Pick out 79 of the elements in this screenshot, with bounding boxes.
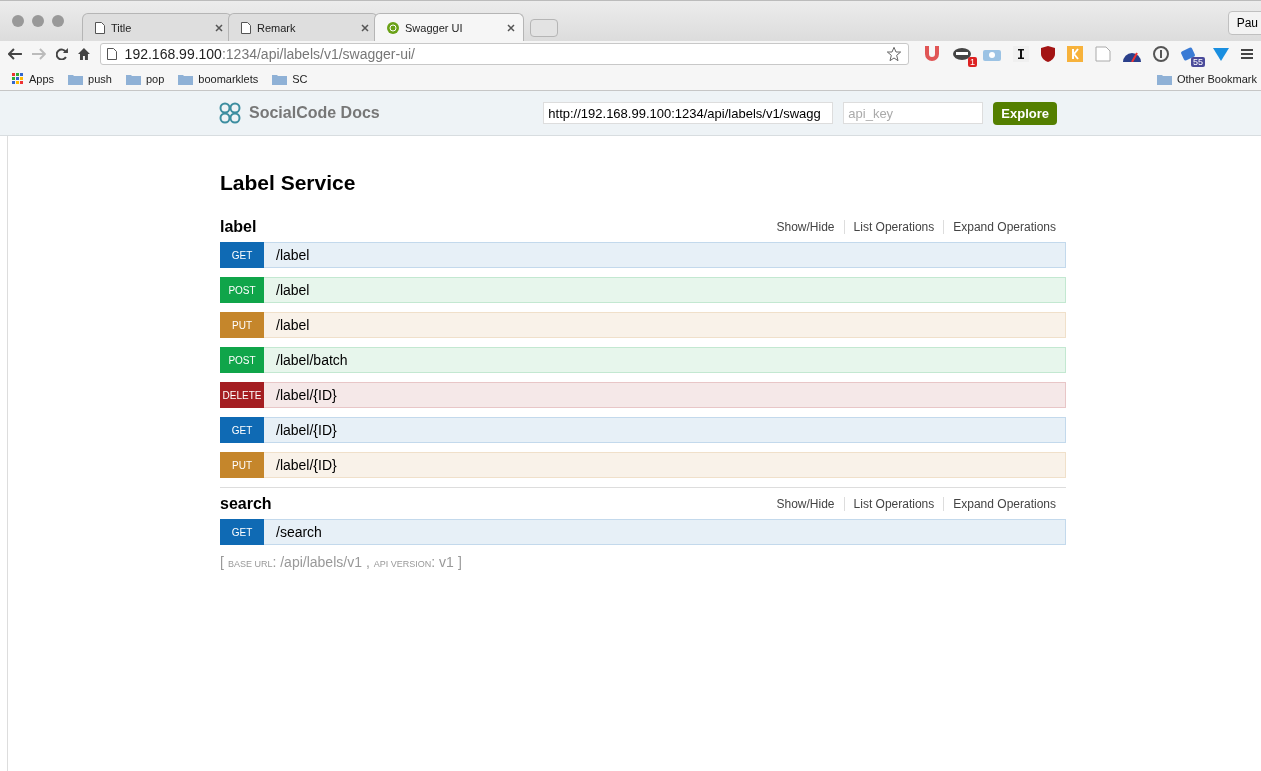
- operation-row[interactable]: PUT /label/{ID}: [220, 452, 1066, 478]
- bookmark-link[interactable]: Apps: [12, 72, 55, 85]
- reload-icon[interactable]: [55, 48, 68, 60]
- http-method-label: GET: [220, 242, 264, 268]
- notification-badge: 1: [968, 57, 977, 67]
- api-key-field[interactable]: api_key: [843, 102, 984, 124]
- tab-title: Swagger UI: [405, 21, 464, 34]
- bookmark-link[interactable]: push: [68, 72, 112, 85]
- tab-title: Title: [111, 21, 133, 34]
- bookmark-link[interactable]: pop: [125, 72, 165, 85]
- resource-action-link[interactable]: Expand Operations: [943, 220, 1066, 234]
- http-method-label: PUT: [220, 452, 264, 478]
- operation-path: /label/{ID}: [276, 422, 337, 438]
- bookmark-link[interactable]: SC: [272, 72, 308, 85]
- api-info: [ BASE URL: /api/labels/v1 , API VERSION: v1 ]: [220, 554, 463, 570]
- brand-name: SocialCode Docs: [249, 104, 381, 122]
- folder-icon: [68, 72, 84, 85]
- http-method-label: PUT: [220, 312, 264, 338]
- operation-path: /label: [276, 247, 310, 263]
- operation-row[interactable]: POST /label: [220, 277, 1066, 303]
- page-title: Label Service: [220, 171, 357, 195]
- tabs-icon[interactable]: [1181, 47, 1197, 61]
- folder-icon: [272, 72, 288, 85]
- operation-path: /label/{ID}: [276, 457, 337, 473]
- home-icon[interactable]: [77, 48, 90, 60]
- operation-path: /search: [276, 524, 322, 540]
- swagger-icon: [387, 21, 399, 34]
- http-method-label: POST: [220, 347, 264, 373]
- resource-action-link[interactable]: Expand Operations: [943, 497, 1066, 511]
- operation-path: /label: [276, 282, 310, 298]
- url-text: 192.168.99.100:1234/api/labels/v1/swagger-ui/: [124, 46, 416, 62]
- http-method-label: POST: [220, 277, 264, 303]
- operation-row[interactable]: GET /label: [220, 242, 1066, 268]
- resource-name[interactable]: search: [220, 495, 768, 513]
- shield-icon[interactable]: [1041, 46, 1055, 62]
- folder-icon: [125, 72, 141, 85]
- browser-tab[interactable]: Swagger UI: [374, 13, 524, 41]
- browser-tab[interactable]: Remark: [228, 13, 378, 41]
- operation-path: /label/batch: [276, 352, 348, 368]
- count-badge: 55: [1191, 57, 1205, 67]
- resource-action-link[interactable]: Show/Hide: [767, 497, 844, 511]
- page-icon: [106, 48, 117, 60]
- info-icon[interactable]: [1153, 46, 1169, 62]
- menu-icon[interactable]: [1241, 48, 1253, 60]
- profile-button[interactable]: Pau: [1227, 11, 1261, 35]
- close-icon[interactable]: [507, 23, 515, 32]
- funnel-icon[interactable]: [1213, 46, 1229, 62]
- close-icon[interactable]: [361, 23, 369, 32]
- text-cursor-icon[interactable]: [1013, 46, 1029, 62]
- close-icon[interactable]: [215, 23, 223, 32]
- operation-row[interactable]: PUT /label: [220, 312, 1066, 338]
- operation-row[interactable]: POST /label/batch: [220, 347, 1066, 373]
- magnet-icon[interactable]: [923, 46, 941, 62]
- address-bar[interactable]: 192.168.99.100:1234/api/labels/v1/swagger-ui/: [99, 43, 909, 65]
- page-icon: [241, 21, 251, 34]
- operation-row[interactable]: GET /label/{ID}: [220, 417, 1066, 443]
- http-method-label: GET: [220, 417, 264, 443]
- operation-path: /label: [276, 317, 310, 333]
- bookmark-link[interactable]: boomarklets: [178, 72, 259, 85]
- logo-icon: [219, 102, 241, 124]
- resource-action-link[interactable]: Show/Hide: [767, 220, 844, 234]
- operation-row[interactable]: GET /search: [220, 519, 1066, 545]
- explore-button[interactable]: Explore: [993, 101, 1057, 125]
- resource-action-link[interactable]: List Operations: [843, 497, 944, 511]
- bookmark-link[interactable]: Other Bookmark: [1156, 72, 1257, 85]
- folder-icon: [178, 72, 194, 85]
- apps-grid-icon: [12, 72, 24, 85]
- resource-action-link[interactable]: List Operations: [843, 220, 944, 234]
- operation-path: /label/{ID}: [276, 387, 337, 403]
- tab-title: Remark: [257, 21, 297, 34]
- star-icon[interactable]: [886, 46, 902, 62]
- url-field[interactable]: http://192.168.99.100:1234/api/labels/v1/swagg: [543, 102, 834, 124]
- http-method-label: GET: [220, 519, 264, 545]
- folder-icon: [1156, 72, 1172, 85]
- http-method-label: DELETE: [220, 382, 264, 408]
- operation-row[interactable]: DELETE /label/{ID}: [220, 382, 1066, 408]
- page-icon: [95, 21, 105, 34]
- resource-name[interactable]: label: [220, 218, 768, 236]
- back-icon[interactable]: [8, 48, 22, 60]
